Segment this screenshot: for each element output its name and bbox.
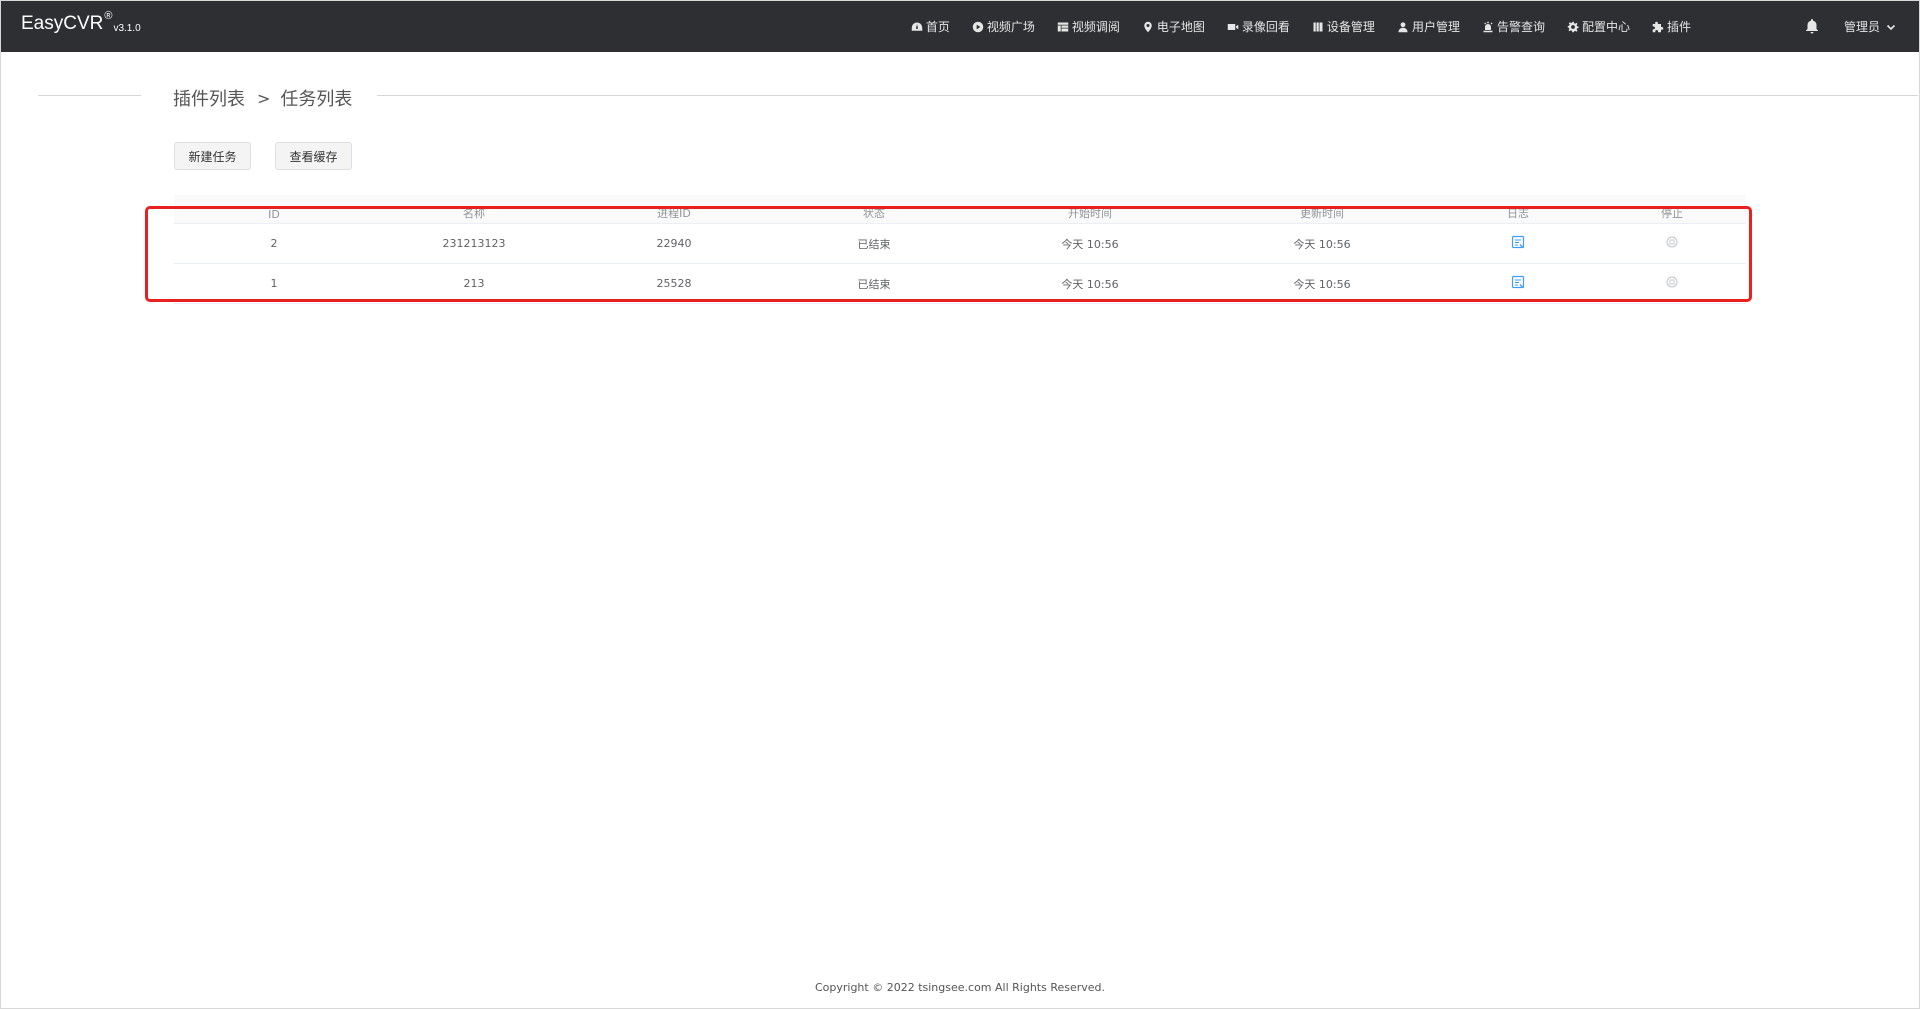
new-task-button[interactable]: 新建任务 [174, 142, 251, 170]
column-header-status[interactable]: 状态 [774, 205, 974, 223]
table-row: 2 231213123 22940 已结束 今天 10:56 今天 10:56 [174, 224, 1746, 264]
breadcrumb-divider-right [377, 95, 1918, 96]
nav-label: 录像回看 [1241, 20, 1290, 34]
brand-logo[interactable]: EasyCVR ® v3.1.0 [21, 10, 141, 35]
view-log-button[interactable] [1438, 235, 1598, 252]
alarm-icon [1483, 21, 1493, 32]
breadcrumb-current: 任务列表 [280, 89, 353, 110]
footer-copyright: Copyright © 2022 tsingsee.com All Rights… [814, 981, 1106, 994]
nav-label: 电子地图 [1156, 20, 1205, 34]
cell-pid: 25528 [656, 277, 692, 290]
puzzle-icon [1652, 21, 1664, 32]
play-circle-icon [972, 21, 984, 32]
cell-start-time: 今天 10:56 [1061, 237, 1119, 251]
map-pin-icon [1144, 21, 1152, 32]
nav-label: 视频调阅 [1071, 20, 1120, 34]
user-menu[interactable]: 管理员 [1844, 1, 1896, 52]
cell-id: 1 [270, 277, 278, 290]
cell-pid: 22940 [656, 237, 692, 250]
table-row: 1 213 25528 已结束 今天 10:56 今天 10:56 [174, 264, 1746, 304]
cell-name: 213 [463, 277, 485, 290]
top-navbar: EasyCVR ® v3.1.0 首页 视频广场 视频调阅 电子地图 录像回看 … [1, 1, 1919, 52]
nav-label: 首页 [925, 20, 950, 34]
stop-icon [1666, 276, 1678, 288]
nav-item-home[interactable]: 首页 [911, 18, 950, 35]
notification-bell[interactable] [1804, 18, 1820, 34]
dashboard-icon [911, 22, 923, 31]
nav-item-video-square[interactable]: 视频广场 [972, 18, 1035, 35]
gear-icon [1567, 21, 1579, 32]
video-camera-icon [1227, 23, 1239, 30]
log-icon [1511, 275, 1525, 289]
nav-label: 插件 [1666, 20, 1691, 34]
cell-status: 已结束 [857, 277, 891, 291]
brand-name: EasyCVR [21, 13, 104, 34]
nav-item-users[interactable]: 用户管理 [1397, 18, 1460, 35]
grid-icon [1057, 22, 1069, 31]
nav-item-video-review[interactable]: 视频调阅 [1057, 18, 1120, 35]
column-header-log: 日志 [1507, 207, 1529, 220]
nav-label: 告警查询 [1496, 20, 1545, 34]
breadcrumb-divider-left [38, 95, 141, 96]
table-header: ID 名称 进程ID 状态 开始时间 更新时间 日志 停止 [174, 195, 1746, 224]
brand-mark: ® [104, 10, 113, 22]
nav-item-devices[interactable]: 设备管理 [1312, 18, 1375, 35]
view-cache-button[interactable]: 查看缓存 [275, 142, 352, 170]
column-header-name[interactable]: 名称 [374, 205, 574, 223]
device-icon [1313, 22, 1323, 31]
user-icon [1398, 21, 1408, 32]
view-log-button[interactable] [1438, 275, 1598, 292]
column-header-start-time[interactable]: 开始时间 [974, 205, 1206, 223]
column-header-stop: 停止 [1661, 207, 1683, 220]
nav-label: 配置中心 [1581, 20, 1630, 34]
breadcrumb-parent[interactable]: 插件列表 [173, 85, 245, 111]
user-name: 管理员 [1844, 20, 1881, 34]
log-icon [1511, 235, 1525, 249]
main-nav: 首页 视频广场 视频调阅 电子地图 录像回看 设备管理 用户管理 告警查询 配置… [911, 1, 1691, 52]
chevron-down-icon [1886, 24, 1896, 30]
stop-task-button[interactable] [1598, 276, 1746, 291]
cell-name: 231213123 [442, 237, 506, 250]
cell-id: 2 [270, 237, 278, 250]
cell-update-time: 今天 10:56 [1293, 237, 1351, 251]
nav-label: 设备管理 [1326, 20, 1375, 34]
bell-icon [1806, 19, 1818, 34]
nav-label: 用户管理 [1411, 20, 1460, 34]
stop-task-button[interactable] [1598, 236, 1746, 251]
nav-label: 视频广场 [986, 20, 1035, 34]
task-table: ID 名称 进程ID 状态 开始时间 更新时间 日志 停止 2 23121312… [174, 195, 1746, 304]
app-version: v3.1.0 [113, 23, 141, 34]
nav-item-config[interactable]: 配置中心 [1567, 18, 1630, 35]
nav-item-emap[interactable]: 电子地图 [1142, 18, 1205, 35]
nav-item-alarms[interactable]: 告警查询 [1482, 18, 1545, 35]
column-header-id[interactable]: ID [174, 208, 374, 223]
column-header-pid[interactable]: 进程ID [574, 205, 774, 223]
cell-status: 已结束 [857, 237, 891, 251]
nav-item-playback[interactable]: 录像回看 [1227, 18, 1290, 35]
breadcrumb: 插件列表 > 任务列表 [173, 85, 352, 111]
column-header-update-time[interactable]: 更新时间 [1206, 205, 1438, 223]
nav-item-plugins[interactable]: 插件 [1652, 18, 1691, 35]
breadcrumb-separator: > [257, 88, 271, 108]
cell-update-time: 今天 10:56 [1293, 277, 1351, 291]
cell-start-time: 今天 10:56 [1061, 277, 1119, 291]
stop-icon [1666, 236, 1678, 248]
